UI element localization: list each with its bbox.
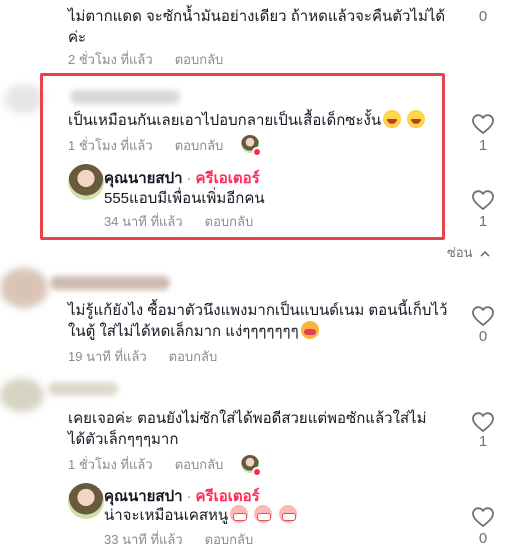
reply-4-meta: 33 นาที ที่แล้ว ตอบกลับ	[104, 531, 253, 549]
reply-4-like-heart-icon[interactable]	[471, 506, 495, 528]
comment-3-username[interactable]	[50, 276, 170, 290]
comment-1-text-line2: ค่ะ	[68, 29, 87, 46]
comment-3-avatar[interactable]	[0, 268, 48, 308]
comment-3-reply-button[interactable]: ตอบกลับ	[169, 349, 218, 364]
comment-4-avatar[interactable]	[0, 378, 44, 412]
comment-3-meta: 19 นาที ที่แล้ว ตอบกลับ	[68, 348, 217, 366]
comment-3-text-line1: ไม่รู้แก้ยังไง ซื้อมาตัวนึงแพงมากเป็นแบน…	[68, 302, 448, 319]
comment-4-meta: 1 ชั่วโมง ที่แล้ว ตอบกลับ	[68, 456, 223, 474]
hide-replies-label: ซ่อน	[447, 245, 473, 260]
comment-3-like-heart-icon[interactable]	[471, 305, 495, 327]
comment-1-reply-button[interactable]: ตอบกลับ	[175, 52, 224, 67]
highlight-box	[40, 73, 445, 240]
comment-4-text-line1: เคยเจอค่ะ ตอนยังไม่ซักใส่ได้พอดีสวยแต่พอ…	[68, 410, 427, 427]
creator-badge-label: ครีเอเตอร์	[195, 488, 260, 505]
comment-4-text-line2: ได้ตัวเล็กๆๆๆมาก	[68, 431, 179, 448]
reply-4-like-count: 0	[478, 530, 488, 547]
comment-3-text-line2: ในตู้ ใส่ไม่ได้หดเล็กมาก แง่ๆๆๆๆๆๆๆ	[68, 321, 319, 342]
creator-avatar[interactable]	[68, 483, 104, 519]
creator-liked-heart-badge	[252, 467, 262, 477]
comment-1-time: 2 ชั่วโมง ที่แล้ว	[68, 52, 153, 67]
comment-4-like-heart-icon[interactable]	[471, 411, 495, 433]
reply-2-like-heart-icon[interactable]	[471, 189, 495, 211]
comment-1-like-count: 0	[478, 8, 488, 25]
comment-4-time: 1 ชั่วโมง ที่แล้ว	[68, 457, 153, 472]
comment-2-avatar[interactable]	[4, 84, 44, 114]
grinning-emoji-icon	[230, 505, 249, 523]
crying-emoji-icon	[300, 321, 319, 339]
reply-4-author[interactable]: คุณนายสปา	[104, 488, 183, 505]
reply-4-reply-button[interactable]: ตอบกลับ	[205, 532, 254, 547]
comment-4-reply-button[interactable]: ตอบกลับ	[175, 457, 224, 472]
comment-2-like-heart-icon[interactable]	[471, 113, 495, 135]
comment-3-like-count: 0	[478, 328, 488, 345]
comment-3-time: 19 นาที ที่แล้ว	[68, 349, 147, 364]
grinning-emoji-icon	[254, 505, 273, 523]
comment-4-like-count: 1	[478, 433, 488, 450]
grinning-emoji-icon	[278, 505, 297, 523]
chevron-up-icon	[480, 245, 490, 260]
reply-2-like-count: 1	[478, 213, 488, 230]
reply-4-time: 33 นาที ที่แล้ว	[104, 532, 183, 547]
reply-4-text: น่าจะเหมือนเคสหนู	[104, 505, 297, 526]
comment-1-meta: 2 ชั่วโมง ที่แล้ว ตอบกลับ	[68, 51, 223, 69]
comment-3-text-line2-content: ในตู้ ใส่ไม่ได้หดเล็กมาก แง่ๆๆๆๆๆๆๆ	[68, 323, 299, 340]
comment-1-text-line1: ไม่ตากแดด จะซักน้ำมันอย่างเดียว ถ้าหดแล้…	[68, 8, 446, 25]
comment-2-like-count: 1	[478, 137, 488, 154]
reply-4-text-content: น่าจะเหมือนเคสหนู	[104, 507, 229, 524]
comment-4-username[interactable]	[48, 382, 118, 396]
hide-replies-button[interactable]: ซ่อน	[447, 242, 490, 263]
